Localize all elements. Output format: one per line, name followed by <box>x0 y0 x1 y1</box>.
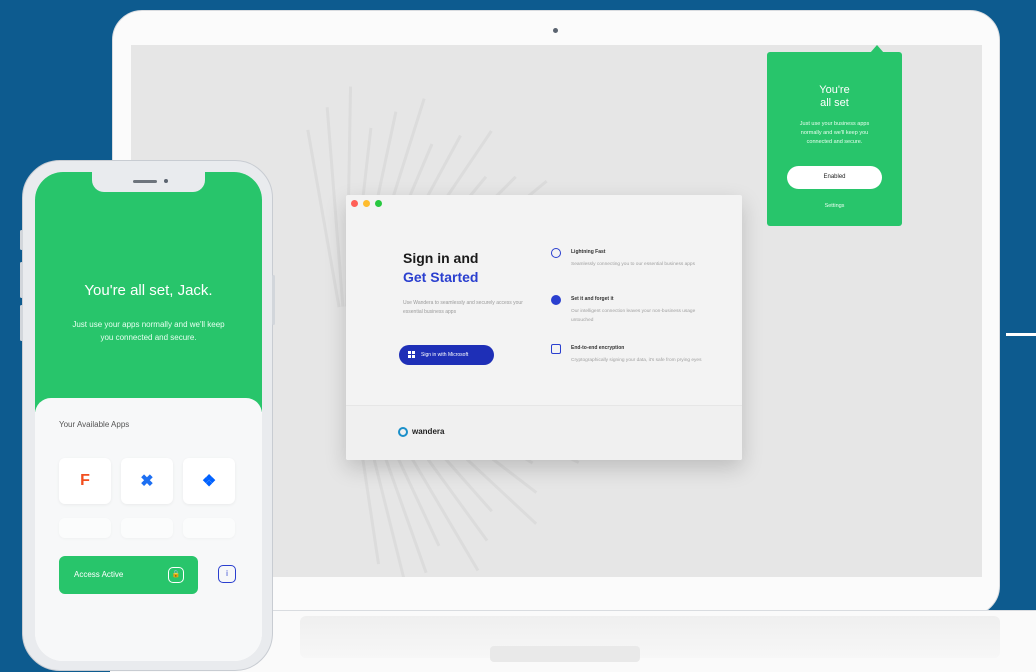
wandera-logo-text: wandera <box>412 427 445 436</box>
zoom-window-button[interactable] <box>375 200 382 207</box>
lock-icon: 🔒 <box>168 567 184 583</box>
settings-link[interactable]: Settings <box>767 203 902 209</box>
apps-label: Your Available Apps <box>59 420 130 429</box>
laptop-keyboard <box>300 616 1000 658</box>
wandera-logo-icon <box>398 427 408 437</box>
lightning-icon <box>551 248 561 258</box>
app-tile-figma[interactable]: F <box>59 458 111 504</box>
sign-in-microsoft-button[interactable]: Sign in with Microsoft <box>399 345 494 365</box>
laptop-trackpad <box>490 646 640 662</box>
app-tile-confluence[interactable]: ✖ <box>121 458 173 504</box>
laptop-camera <box>553 28 558 33</box>
close-window-button[interactable] <box>351 200 358 207</box>
access-active-button[interactable]: Access Active 🔒 <box>59 556 198 594</box>
app-tile-dropbox[interactable]: ❖ <box>183 458 235 504</box>
window-description: Use Wandera to seamlessly and securely a… <box>403 300 523 315</box>
phone-subtitle: Just use your apps normally and we'll ke… <box>72 320 225 342</box>
phone-header: You're all set, Jack. Just use your apps… <box>35 172 262 412</box>
phone-volume-down <box>20 305 23 341</box>
heading-line2: Get Started <box>403 269 479 285</box>
app-tile-partial[interactable] <box>59 518 111 538</box>
info-icon[interactable]: i <box>218 565 236 583</box>
phone-screen: You're all set, Jack. Just use your apps… <box>35 172 262 661</box>
dropbox-icon: ❖ <box>201 473 217 490</box>
feature-text: Our intelligent connection leaves your n… <box>571 309 696 323</box>
decorative-dash <box>1006 333 1036 336</box>
phone-volume-up <box>20 262 23 298</box>
globe-icon <box>551 295 561 305</box>
popup-title: You're all set <box>819 84 850 109</box>
sign-in-button-label: Sign in with Microsoft <box>421 352 469 358</box>
feature-title: Set it and forget it <box>571 296 614 302</box>
sign-in-window: Sign in and Get Started Use Wandera to s… <box>346 195 742 460</box>
heading-line1: Sign in and <box>403 250 479 266</box>
feature-text: Seamlessly connecting you to our essenti… <box>571 262 695 267</box>
access-label: Access Active <box>74 570 124 579</box>
front-camera <box>164 179 168 183</box>
status-popup: You're all set Just use your business ap… <box>767 52 902 226</box>
minimize-window-button[interactable] <box>363 200 370 207</box>
feature-title: Lightning Fast <box>571 249 606 255</box>
app-tile-partial[interactable] <box>183 518 235 538</box>
id-card-icon <box>551 344 561 354</box>
confluence-icon: ✖ <box>140 473 154 490</box>
speaker-grille <box>133 180 157 183</box>
phone-power-button <box>272 275 275 325</box>
phone-title: You're all set, Jack. <box>84 282 213 299</box>
apps-card: Your Available Apps F ✖ ❖ Access Active … <box>35 398 262 661</box>
app-tile-partial[interactable] <box>121 518 173 538</box>
feature-text: Cryptographically signing your data, it'… <box>571 358 702 363</box>
feature-title: End-to-end encryption <box>571 345 625 351</box>
phone-notch <box>92 172 205 192</box>
phone-mute-switch <box>20 230 23 250</box>
figma-icon: F <box>80 472 90 489</box>
microsoft-icon <box>408 351 415 358</box>
popup-text: Just use your business apps normally and… <box>799 121 870 145</box>
enabled-button[interactable]: Enabled <box>787 166 882 189</box>
